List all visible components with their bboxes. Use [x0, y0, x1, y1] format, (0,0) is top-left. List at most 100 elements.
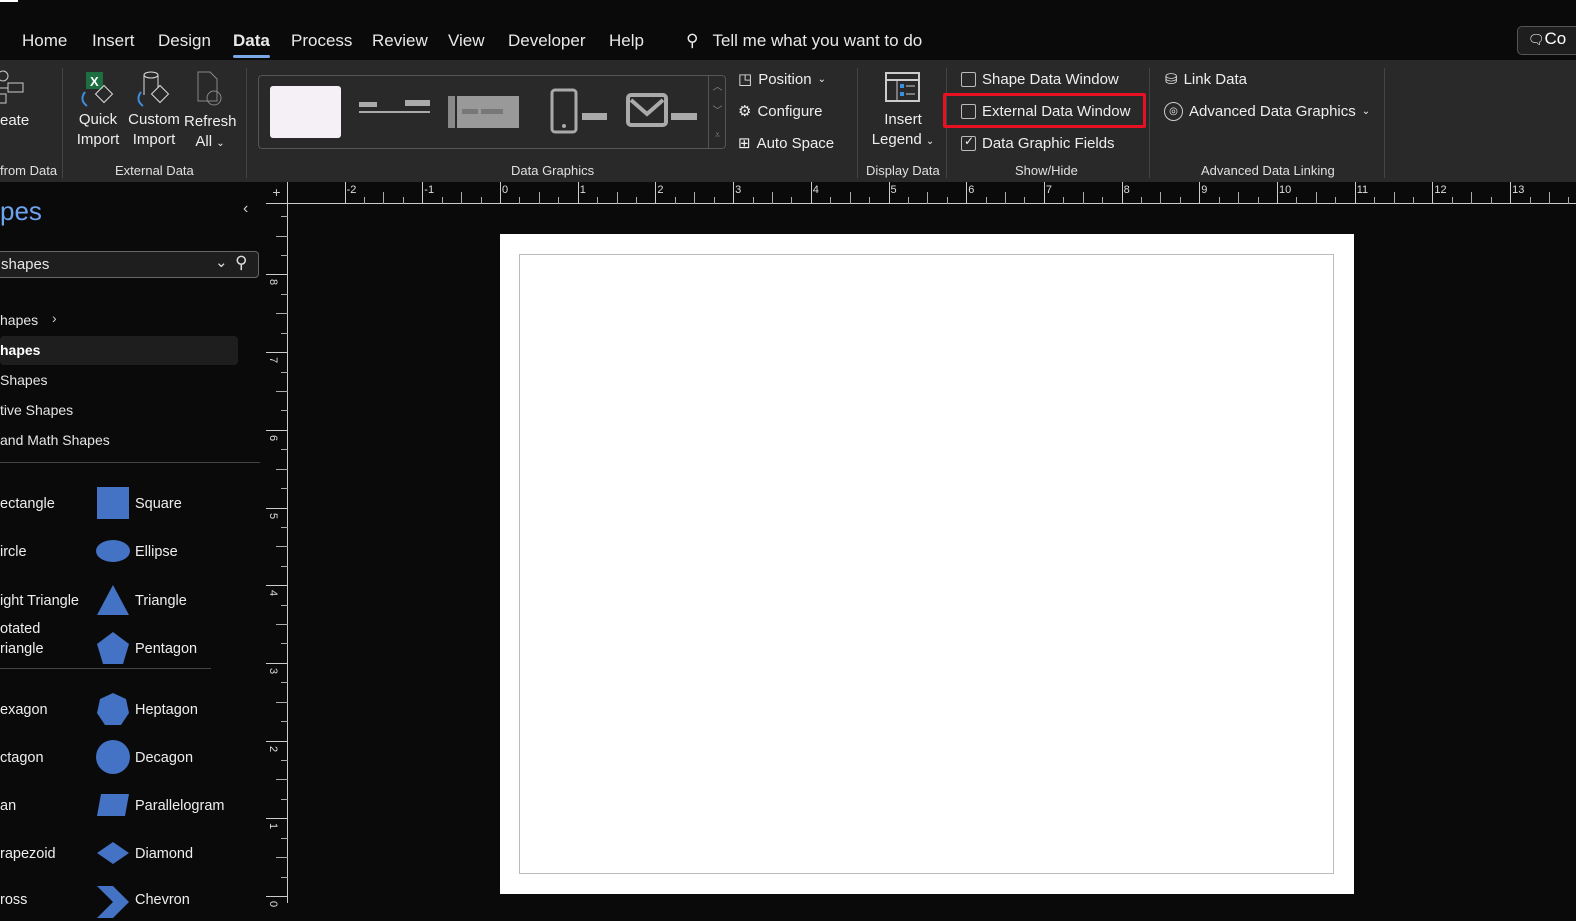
ruler-label: 9	[1201, 184, 1208, 196]
gallery-item-text[interactable]	[354, 94, 434, 134]
search-icon[interactable]: ⚲	[235, 253, 247, 273]
group-label-external-data: External Data	[115, 163, 194, 178]
checkbox[interactable]	[961, 104, 976, 119]
chevron-down-icon[interactable]: ⌄	[215, 253, 228, 271]
ruler-minor-tick	[281, 876, 288, 878]
ruler-major-tick	[1199, 182, 1201, 204]
tell-me-search[interactable]: ⚲ Tell me what you want to do	[686, 31, 922, 51]
collapse-pane-icon[interactable]: ‹	[243, 200, 248, 218]
vertical-ruler[interactable]: 8 7 6 5 4 3 2 1 0	[266, 204, 288, 907]
ruler-minor-tick	[752, 197, 754, 204]
tab-help[interactable]: Help	[609, 31, 644, 51]
category-item[interactable]: and Math Shapes	[0, 426, 238, 455]
tab-developer[interactable]: Developer	[508, 31, 586, 51]
ruler-major-tick	[422, 182, 424, 204]
gallery-item-mail[interactable]	[625, 90, 705, 130]
shape-item-decagon[interactable]: Decagon	[95, 740, 245, 776]
gallery-item-none[interactable]	[270, 86, 341, 138]
shape-item-left[interactable]: otated riangle	[0, 619, 44, 659]
tab-view[interactable]: View	[448, 31, 485, 51]
category-label: and Math Shapes	[0, 432, 110, 448]
shape-item-triangle[interactable]: Triangle	[95, 583, 245, 619]
ruler-minor-tick	[558, 197, 560, 204]
shape-item-left[interactable]: ross	[0, 890, 27, 910]
shape-item-left[interactable]: an	[0, 796, 16, 816]
shape-item-diamond[interactable]: Diamond	[95, 836, 245, 872]
category-item[interactable]: Shapes	[0, 366, 238, 395]
gallery-scroll[interactable]: ︿ ﹀ ⩡	[708, 76, 726, 148]
position-button[interactable]: ◳ Position ⌄	[738, 70, 826, 89]
ruler-major-tick	[266, 818, 288, 820]
shape-item-left[interactable]: ight Triangle	[0, 591, 79, 611]
ruler-corner: +	[266, 182, 288, 204]
tab-design[interactable]: Design	[158, 31, 211, 51]
ruler-minor-tick	[480, 197, 482, 204]
shape-item-ellipse[interactable]: Ellipse	[95, 534, 245, 570]
checkbox-checked[interactable]: ✓	[961, 134, 976, 151]
data-graphic-fields-checkbox[interactable]: ✓ Data Graphic Fields	[961, 134, 1115, 152]
shape-item-square[interactable]: Square	[95, 486, 245, 522]
checkbox[interactable]	[961, 72, 976, 87]
shape-item-left[interactable]: rapezoid	[0, 844, 56, 864]
database-import-icon	[137, 71, 170, 107]
shape-label: Triangle	[135, 593, 187, 609]
gallery-expand-icon[interactable]: ⩡	[709, 124, 726, 148]
shape-item-parallelogram[interactable]: Parallelogram	[95, 788, 245, 824]
ruler-label: 2	[657, 184, 664, 196]
link-data-button[interactable]: ⛁ Link Data	[1165, 70, 1247, 89]
auto-space-button[interactable]: ⊞ Auto Space	[738, 134, 834, 153]
scroll-down-icon[interactable]: ﹀	[709, 100, 726, 124]
ruler-minor-tick	[985, 197, 987, 204]
shape-item-pentagon[interactable]: Pentagon	[95, 631, 245, 667]
ruler-minor-tick	[281, 410, 288, 412]
insert-legend-button[interactable]: Insert Legend ⌄	[866, 72, 940, 152]
tab-review[interactable]: Review	[372, 31, 428, 51]
custom-import-button[interactable]: Custom Import	[127, 70, 181, 152]
tab-home[interactable]: Home	[22, 31, 67, 51]
category-item[interactable]: tive Shapes	[0, 396, 238, 425]
shape-item-left[interactable]: ctagon	[0, 748, 44, 768]
chevron-shape-icon	[97, 886, 129, 918]
shape-search-input[interactable]: shapes ⌄ ⚲	[0, 251, 259, 278]
configure-button[interactable]: ⚙ Configure	[738, 102, 823, 121]
shape-data-window-checkbox[interactable]: Shape Data Window	[961, 71, 1119, 88]
position-label: Position	[758, 70, 812, 88]
refresh-all-button[interactable]: Refresh All ⌄	[184, 70, 237, 154]
ruler-minor-tick	[1063, 197, 1065, 204]
create-button[interactable]: eate	[0, 111, 29, 131]
ruler-minor-tick	[1374, 197, 1376, 204]
ruler-major-tick	[266, 429, 288, 431]
advanced-data-graphics-button[interactable]: ◎ Advanced Data Graphics ⌄	[1164, 102, 1370, 121]
horizontal-ruler[interactable]: -2 -1 0 1 2 3 4 5 6 7 8 9 10 11 12 13	[266, 182, 1576, 204]
tab-insert[interactable]: Insert	[92, 31, 135, 51]
shape-item-left[interactable]: exagon	[0, 700, 48, 720]
quick-import-button[interactable]: X Quick Import	[72, 70, 124, 152]
tab-data[interactable]: Data	[233, 31, 270, 58]
group-label-data-graphics: Data Graphics	[511, 163, 595, 178]
gallery-item-phone[interactable]	[549, 88, 619, 136]
ruler-minor-tick	[1529, 197, 1531, 204]
link-data-icon: ⛁	[1165, 71, 1178, 88]
gallery-item-bar[interactable]	[444, 94, 524, 134]
ruler-minor-tick	[1160, 192, 1162, 204]
shape-item-heptagon[interactable]: Heptagon	[95, 692, 245, 728]
shape-item-left[interactable]: ircle	[0, 542, 27, 562]
shape-item-left[interactable]: ectangle	[0, 494, 55, 514]
category-item[interactable]: hapes ›	[0, 306, 238, 335]
triangle-shape-icon	[97, 585, 129, 615]
comments-button[interactable]: 🗨Co	[1517, 26, 1576, 55]
tab-process[interactable]: Process	[291, 31, 352, 51]
ruler-label: 2	[267, 745, 280, 752]
shape-label: Square	[135, 496, 182, 512]
category-item[interactable]: hapes	[0, 336, 238, 365]
scroll-up-icon[interactable]: ︿	[709, 76, 726, 100]
advanced-graphics-icon: ◎	[1164, 102, 1183, 121]
ruler-minor-tick	[616, 192, 618, 204]
shape-item-chevron[interactable]: Chevron	[95, 882, 245, 918]
shape-label: Ellipse	[135, 544, 178, 560]
external-data-window-checkbox[interactable]: External Data Window	[961, 103, 1130, 120]
ruler-minor-tick	[1218, 197, 1220, 204]
comments-label: Co	[1544, 29, 1567, 48]
title-bar: Home Insert Design Data Process Review View Dev…	[0, 0, 1576, 60]
checkmark-icon: ✓	[964, 134, 975, 148]
